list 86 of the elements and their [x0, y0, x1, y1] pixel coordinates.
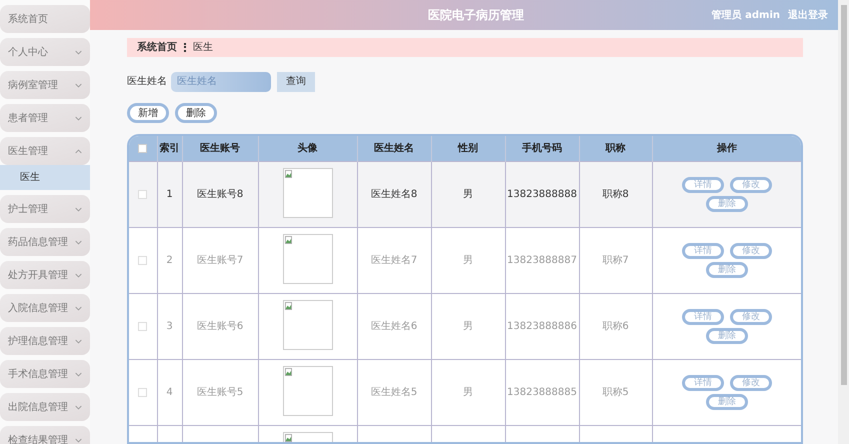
edit-button[interactable]: 修改: [730, 243, 772, 260]
caret-icon: [75, 82, 82, 88]
table-cell: 医生账号6: [196, 321, 244, 332]
delete-button[interactable]: 删除: [706, 262, 748, 278]
search-button[interactable]: 查询: [277, 72, 315, 92]
table-cell: 13823888888: [507, 189, 577, 200]
table-cell: 13823888886: [507, 321, 577, 332]
table-cell: 3: [166, 321, 173, 332]
caret-icon: [75, 148, 82, 154]
sidebar-item[interactable]: 医生管理: [0, 137, 90, 165]
table-cell: 职称8: [602, 189, 629, 200]
table-cell: 医生姓名5: [370, 387, 418, 398]
edit-button[interactable]: 修改: [730, 177, 772, 194]
delete-button[interactable]: 删除: [175, 102, 217, 123]
caret-icon: [75, 338, 82, 344]
caret-icon: [75, 438, 82, 442]
detail-button[interactable]: 详情: [682, 375, 724, 392]
detail-button[interactable]: 详情: [682, 177, 724, 194]
checkbox[interactable]: [138, 388, 148, 398]
detail-button[interactable]: 详情: [682, 309, 724, 326]
table-cell: 男: [463, 255, 473, 266]
delete-button[interactable]: 删除: [706, 196, 748, 212]
table-cell: 医生账号8: [196, 189, 244, 200]
sidebar-item[interactable]: 护士管理: [0, 195, 90, 223]
table-cell: 医生姓名6: [370, 321, 418, 332]
table-cell: 2: [166, 255, 173, 266]
caret-icon: [75, 306, 82, 310]
table-cell: 医生姓名7: [370, 255, 418, 266]
column-header: 操作: [652, 136, 801, 162]
delete-button[interactable]: 删除: [706, 328, 748, 344]
column-header: 手机号码: [505, 136, 579, 162]
checkbox[interactable]: [138, 256, 148, 266]
column-header: 性别: [431, 136, 505, 162]
column-header: 医生姓名: [357, 136, 431, 162]
detail-button[interactable]: 详情: [682, 243, 724, 260]
delete-button[interactable]: 删除: [706, 394, 748, 410]
add-button[interactable]: 新增: [127, 102, 169, 123]
sidebar-item[interactable]: 个人中心: [0, 38, 90, 66]
sidebar-item[interactable]: 系统首页: [0, 5, 90, 33]
caret-icon: [75, 116, 82, 120]
caret-icon: [75, 206, 82, 212]
table-cell: 职称6: [602, 321, 629, 332]
table-cell: 职称5: [602, 387, 629, 398]
column-header: 职称: [579, 136, 652, 162]
caret-icon: [75, 404, 82, 410]
sidebar-item[interactable]: 手术信息管理: [0, 360, 90, 388]
checkbox[interactable]: [138, 144, 148, 154]
sidebar-item[interactable]: 检查结果管理: [0, 426, 90, 444]
table-cell: 13823888887: [507, 255, 577, 266]
edit-button[interactable]: 修改: [730, 375, 772, 392]
table-cell: 医生账号5: [196, 387, 244, 398]
app-title: 医院电子病历管理: [428, 7, 524, 24]
table-cell: 男: [463, 321, 473, 332]
checkbox[interactable]: [138, 322, 148, 332]
sidebar-item[interactable]: 出院信息管理: [0, 393, 90, 421]
column-header: 医生账号: [182, 136, 258, 162]
logout-link[interactable]: 退出登录: [788, 8, 828, 22]
breadcrumb-item[interactable]: 系统首页: [137, 40, 177, 55]
table-cell: 医生姓名8: [370, 189, 418, 200]
caret-icon: [75, 372, 82, 376]
caret-icon: [75, 50, 82, 54]
table-cell: 男: [463, 189, 473, 200]
table-cell: 医生账号7: [196, 255, 244, 266]
checkbox[interactable]: [138, 190, 148, 200]
user-label: 管理员 admin: [712, 8, 780, 22]
edit-button[interactable]: 修改: [730, 309, 772, 326]
table-cell: 4: [166, 387, 173, 398]
table-cell: 职称7: [602, 255, 629, 266]
sidebar-item[interactable]: 药品信息管理: [0, 228, 90, 256]
caret-icon: [75, 272, 82, 278]
column-header: 头像: [258, 136, 357, 162]
table-cell: 1: [166, 189, 173, 200]
search-label: 医生姓名: [127, 74, 167, 90]
sidebar-item[interactable]: 入院信息管理: [0, 294, 90, 322]
sidebar-item[interactable]: 患者管理: [0, 104, 90, 132]
sidebar-item[interactable]: 处方开具管理: [0, 261, 90, 289]
sidebar-item[interactable]: 护理信息管理: [0, 327, 90, 355]
table-cell: 男: [463, 387, 473, 398]
separator-icon: [184, 42, 186, 52]
caret-icon: [75, 240, 82, 244]
search-field[interactable]: 医生姓名: [171, 72, 271, 92]
table-cell: 13823888885: [507, 387, 577, 398]
column-header: 索引: [157, 136, 182, 162]
sidebar-item[interactable]: 病例室管理: [0, 71, 90, 99]
sidebar-subitem[interactable]: 医生: [0, 165, 90, 190]
breadcrumb-item: 医生: [193, 40, 213, 55]
